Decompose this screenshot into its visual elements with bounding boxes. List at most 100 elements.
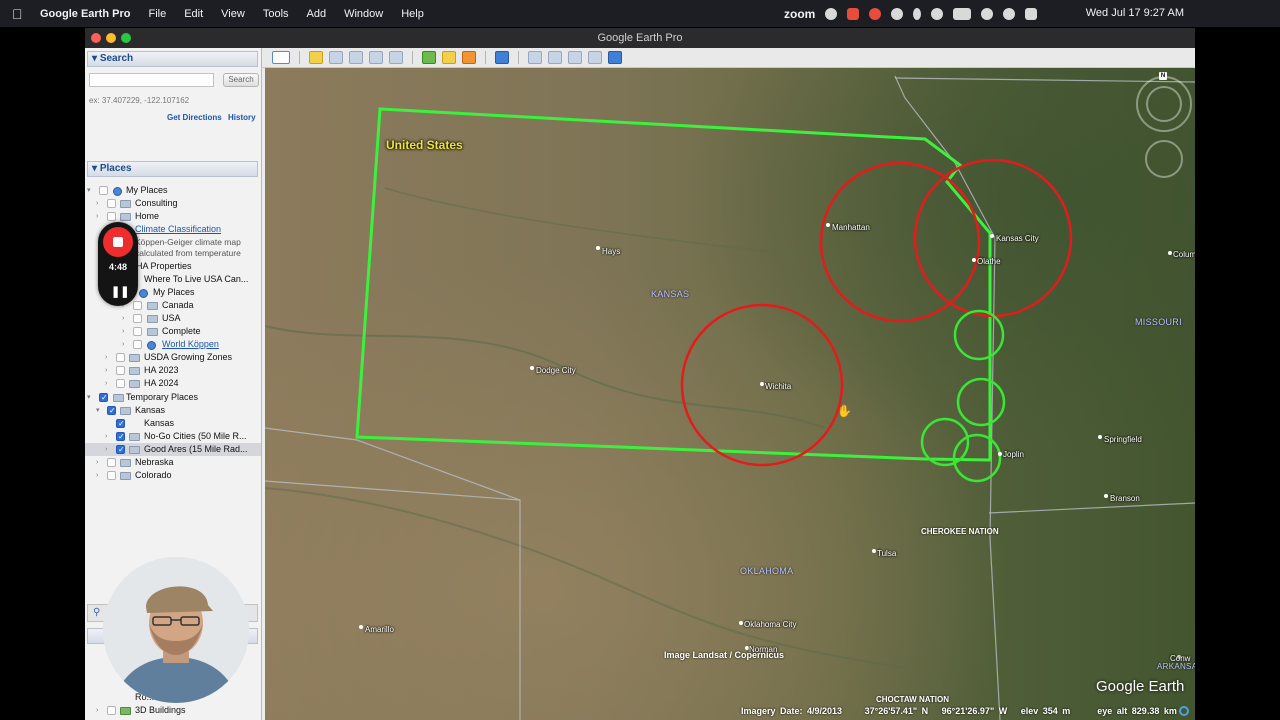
tree-row-kansas-folder[interactable]: ▾ Kansas (85, 404, 261, 417)
menu-view[interactable]: View (221, 8, 245, 20)
tree-row-ha-2023[interactable]: › HA 2023 (85, 364, 261, 377)
city-label-columbia[interactable]: Colum (1173, 250, 1195, 259)
menu-edit[interactable]: Edit (184, 8, 203, 20)
history-link[interactable]: History (228, 113, 256, 122)
menubar-clock[interactable]: Wed Jul 17 9:27 AM (1086, 7, 1184, 19)
tree-row-my-places[interactable]: ▾ My Places (85, 184, 261, 197)
polygon-icon[interactable] (329, 51, 343, 64)
compass-ring[interactable] (1146, 86, 1182, 122)
menu-window[interactable]: Window (344, 8, 383, 20)
tree-row-colorado[interactable]: › Colorado (85, 469, 261, 482)
folder-icon (147, 302, 158, 310)
tree-row-no-go-cities[interactable]: › No-Go Cities (50 Mile R... (85, 430, 261, 443)
planets-icon[interactable] (462, 51, 476, 64)
tree-row-usa[interactable]: › USA (85, 312, 261, 325)
globe-icon (147, 341, 156, 350)
north-icon[interactable]: N (1159, 72, 1167, 80)
move-joystick[interactable] (1145, 140, 1183, 178)
tree-label: HA Properties (136, 261, 192, 271)
print-icon[interactable] (548, 51, 562, 64)
tree-row-ha-2024[interactable]: › HA 2024 (85, 377, 261, 390)
places-panel-header[interactable]: ▾ Places (87, 161, 258, 177)
presenter-avatar (103, 557, 249, 703)
tree-row-nebraska[interactable]: › Nebraska (85, 456, 261, 469)
city-label-tulsa[interactable]: Tulsa (877, 549, 896, 558)
wifi-icon[interactable] (981, 7, 994, 20)
record-status-icon[interactable] (869, 7, 882, 20)
fullscreen-window-button[interactable] (121, 33, 131, 43)
folder-icon (129, 354, 140, 362)
record-tour-icon[interactable] (389, 51, 403, 64)
city-label-kansas-city[interactable]: Kansas City (996, 234, 1039, 243)
city-label-hays[interactable]: Hays (602, 247, 620, 256)
tree-label[interactable]: World Köppen (162, 338, 219, 351)
tree-row-good-areas[interactable]: › Good Ares (15 Mile Rad... (85, 443, 261, 456)
get-directions-link[interactable]: Get Directions (167, 113, 222, 122)
stop-recording-button[interactable] (103, 227, 133, 257)
tree-row-temporary-places[interactable]: ▾ Temporary Places (85, 391, 261, 404)
folder-icon (113, 394, 124, 402)
image-overlay-icon[interactable] (369, 51, 383, 64)
tree-row-usda-zones[interactable]: › USDA Growing Zones (85, 351, 261, 364)
path-icon[interactable] (349, 51, 363, 64)
latitude-readout: 37°26'57.41" N (864, 706, 929, 716)
globe-icon (113, 187, 122, 196)
ruler-icon[interactable] (495, 51, 509, 64)
city-label-branson[interactable]: Branson (1110, 494, 1140, 503)
state-label-missouri: MISSOURI (1135, 317, 1182, 327)
email-icon[interactable] (528, 51, 542, 64)
tree-label: Temporary Places (126, 392, 199, 402)
search-places-icon[interactable]: ⚲ (93, 607, 100, 618)
tree-row-home[interactable]: › Home (85, 210, 261, 223)
tree-label: My Places (153, 287, 195, 297)
tree-row-complete[interactable]: › Complete (85, 325, 261, 338)
focus-moon-icon[interactable] (931, 7, 944, 20)
city-label-joplin[interactable]: Joplin (1003, 450, 1024, 459)
minimize-window-button[interactable] (106, 33, 116, 43)
tree-label[interactable]: Climate Classification (135, 223, 221, 236)
control-center-icon[interactable] (1025, 7, 1038, 20)
app-menu[interactable]: Google Earth Pro (40, 8, 130, 20)
city-label-amarillo[interactable]: Amarillo (365, 625, 394, 634)
app-status-icon[interactable] (847, 7, 860, 20)
city-label-manhattan[interactable]: Manhattan (832, 223, 870, 232)
tree-label: No-Go Cities (50 Mile R... (144, 431, 247, 441)
sunlight-icon[interactable] (442, 51, 456, 64)
gear-status-icon[interactable] (825, 7, 838, 20)
menu-help[interactable]: Help (401, 8, 424, 20)
messenger-status-icon[interactable] (891, 7, 904, 20)
tree-label: Kansas (135, 405, 166, 415)
sidebar-toggle-icon[interactable] (272, 51, 290, 64)
city-label-dodge-city[interactable]: Dodge City (536, 366, 576, 375)
search-panel-header[interactable]: ▾ Search (87, 51, 258, 67)
earth-gallery-icon[interactable] (608, 51, 622, 64)
pause-recording-button[interactable]: ❚❚ (111, 285, 129, 298)
tree-label: Kansas (144, 418, 175, 428)
tree-row-kansas-path[interactable]: Kansas (85, 417, 261, 430)
close-window-button[interactable] (91, 33, 101, 43)
folder-icon (120, 407, 131, 415)
search-input[interactable] (89, 73, 214, 87)
bluetooth-icon[interactable] (913, 7, 922, 20)
city-label-wichita[interactable]: Wichita (765, 382, 791, 391)
save-image-icon[interactable] (568, 51, 582, 64)
city-label-springfield[interactable]: Springfield (1104, 435, 1142, 444)
earth-map-view[interactable]: United States KANSAS MISSOURI OKLAHOMA M… (265, 68, 1195, 720)
tree-row-3d-buildings[interactable]: › 3D Buildings (85, 704, 261, 717)
menu-tools[interactable]: Tools (263, 8, 289, 20)
view-in-maps-icon[interactable] (588, 51, 602, 64)
tree-row-consulting[interactable]: › Consulting (85, 197, 261, 210)
menu-add[interactable]: Add (307, 8, 327, 20)
historical-imagery-icon[interactable] (422, 51, 436, 64)
zoom-status-icon[interactable]: zoom (784, 7, 815, 21)
search-button[interactable]: Search (223, 73, 259, 87)
city-label-olathe[interactable]: Olathe (977, 257, 1001, 266)
battery-icon[interactable] (953, 7, 972, 20)
apple-menu-icon[interactable]:  (12, 7, 26, 21)
eye-altitude-readout: eye alt 829.38 km (1097, 706, 1177, 716)
menu-file[interactable]: File (148, 8, 166, 20)
placemark-icon[interactable] (309, 51, 323, 64)
city-label-oklahoma-city[interactable]: Oklahoma City (744, 620, 796, 629)
spotlight-search-icon[interactable] (1003, 7, 1016, 20)
tree-row-world-koppen[interactable]: › World Köppen (85, 338, 261, 351)
